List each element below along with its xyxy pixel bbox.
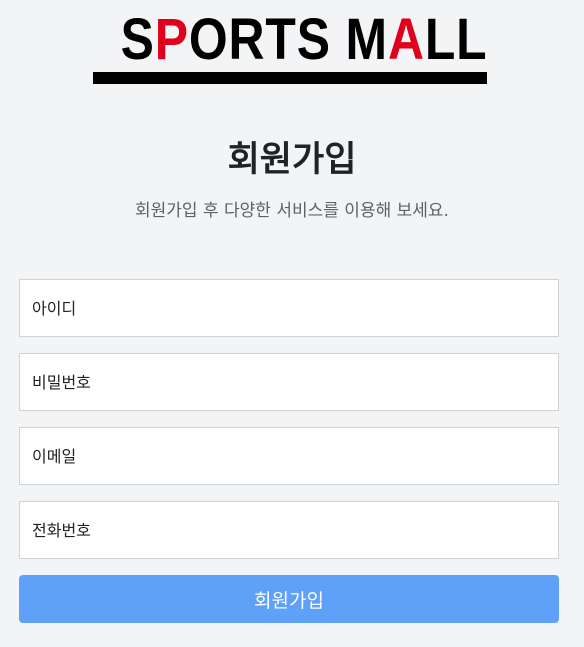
username-input[interactable] [19, 279, 559, 337]
signup-button[interactable]: 회원가입 [19, 575, 559, 623]
sports-mall-logo[interactable]: SPORTS MALL [93, 10, 487, 84]
logo-wordmark: SPORTS MALL [120, 7, 488, 72]
page-subtitle: 회원가입 후 다양한 서비스를 이용해 보세요. [135, 201, 449, 221]
password-input[interactable] [19, 353, 559, 411]
page-title: 회원가입 [227, 140, 357, 180]
email-input[interactable] [19, 427, 559, 485]
phone-input[interactable] [19, 501, 559, 559]
logo-underline-bar [93, 72, 487, 84]
